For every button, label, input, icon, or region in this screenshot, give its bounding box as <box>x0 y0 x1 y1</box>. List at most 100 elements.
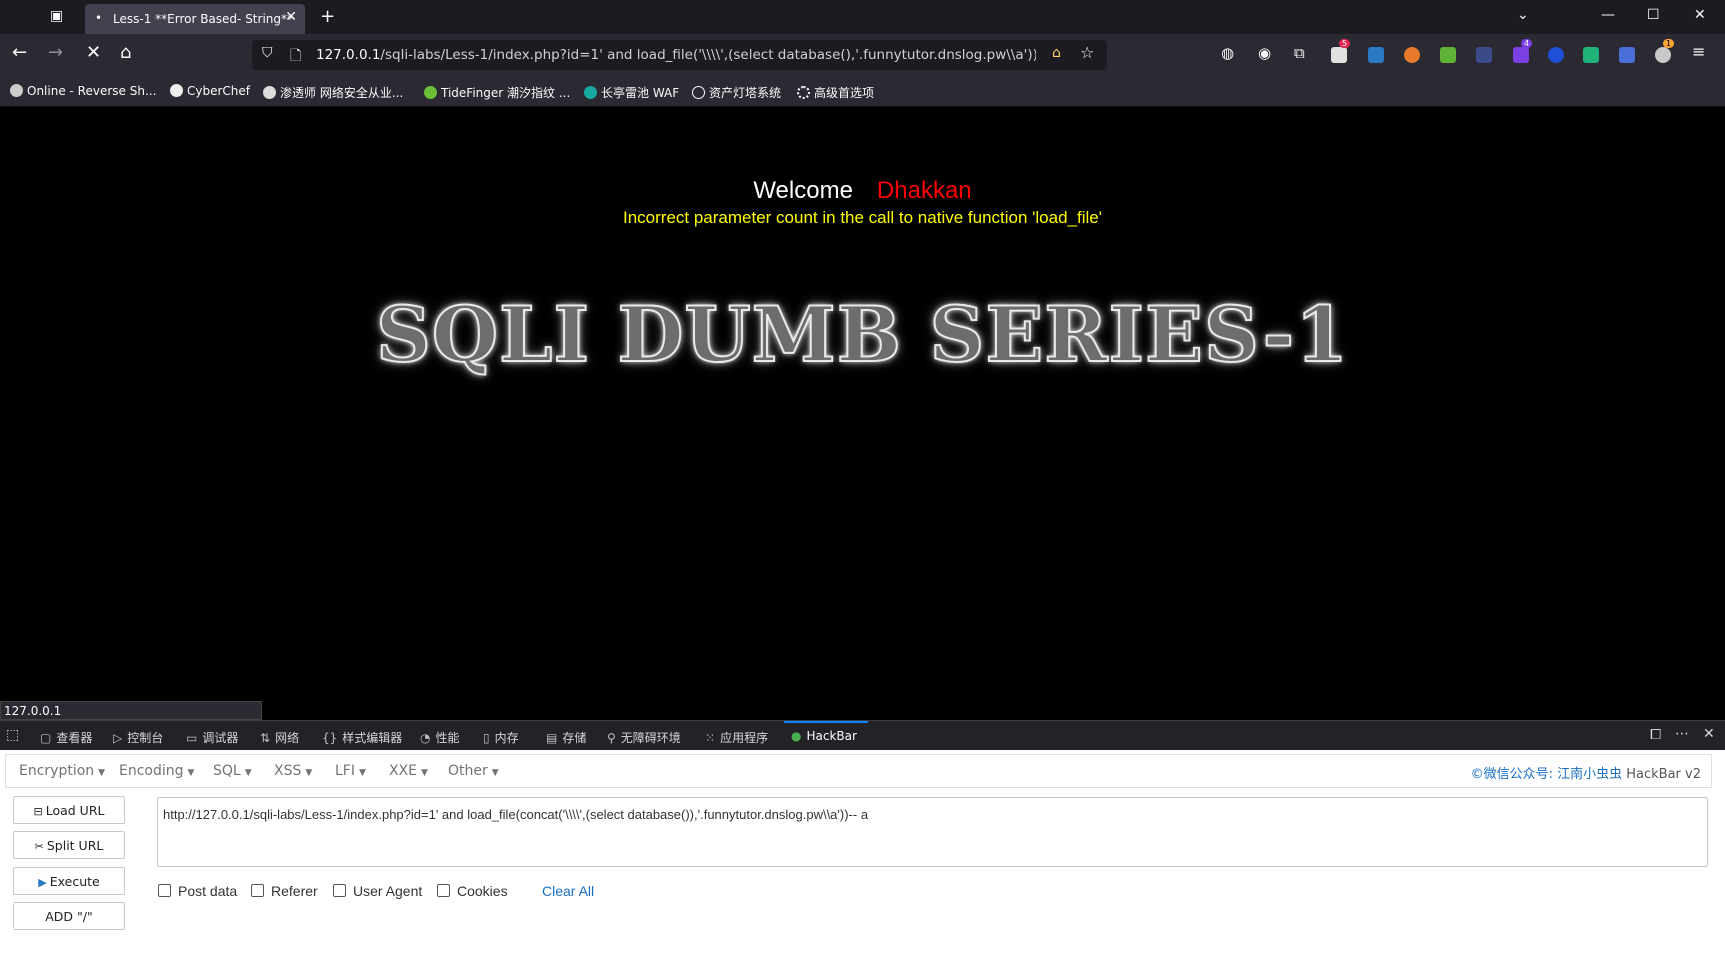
load-icon: ⊟ <box>33 805 43 818</box>
menu-xxe[interactable]: XXE ▼ <box>389 763 428 779</box>
post-data-checkbox[interactable]: Post data <box>158 883 237 899</box>
extension-purple-icon[interactable] <box>1513 47 1529 63</box>
extension-translate-icon[interactable] <box>1619 47 1635 63</box>
url-text[interactable]: 127.0.0.1/sqli-labs/Less-1/index.php?id=… <box>316 47 1036 63</box>
caret-down-icon: ▼ <box>358 768 366 778</box>
pocket-icon[interactable]: ◍ <box>1221 44 1234 62</box>
tab-performance[interactable]: ◔ 性能 <box>420 729 460 746</box>
menu-label: XXE <box>389 763 418 779</box>
active-tab[interactable]: • Less-1 **Error Based- String** ✕ <box>85 4 305 34</box>
skull-icon <box>10 84 23 97</box>
page-info-icon[interactable]: 🗋 <box>290 45 301 69</box>
user-agent-checkbox[interactable]: User Agent <box>333 883 422 899</box>
bookmark-item[interactable]: 长亭雷池 WAF <box>584 84 679 101</box>
scissors-icon: ✂ <box>34 840 44 853</box>
close-devtools-icon[interactable]: ✕ <box>1703 726 1715 742</box>
menu-label: Encoding <box>119 763 184 779</box>
load-url-button[interactable]: ⊟ Load URL <box>13 796 125 824</box>
tab-style-editor[interactable]: {} 样式编辑器 <box>322 729 402 746</box>
console-icon: ▷ <box>113 731 123 745</box>
gauge-icon: ◔ <box>420 731 431 745</box>
checkbox-box[interactable] <box>333 884 346 897</box>
referer-checkbox[interactable]: Referer <box>251 883 318 899</box>
menu-encryption[interactable]: Encryption ▼ <box>19 763 105 779</box>
maximize-icon[interactable]: ☐ <box>1647 7 1660 23</box>
extension-user-icon[interactable] <box>1655 47 1671 63</box>
stop-icon[interactable]: ✕ <box>86 42 101 63</box>
window-close-icon[interactable]: ✕ <box>1694 7 1706 23</box>
dock-icon[interactable]: ⧠ <box>1650 727 1661 743</box>
extension-badge: 1 <box>1663 39 1675 48</box>
more-options-icon[interactable]: ⋯ <box>1675 726 1689 742</box>
bookmark-item[interactable]: Online - Reverse Sh... <box>10 84 156 98</box>
home-icon[interactable]: ⌂ <box>120 42 131 63</box>
tab-console[interactable]: ▷ 控制台 <box>113 729 163 746</box>
accessibility-icon: ⚲ <box>607 731 616 745</box>
account-icon[interactable]: ◉ <box>1258 44 1271 62</box>
menu-encoding[interactable]: Encoding ▼ <box>119 763 194 779</box>
extension-blue-circle-icon[interactable] <box>1548 47 1564 63</box>
tab-close-icon[interactable]: ✕ <box>285 9 297 25</box>
checkbox-box[interactable] <box>437 884 450 897</box>
tab-label: HackBar <box>806 729 857 743</box>
chevron-down-icon[interactable]: ⌄ <box>1517 7 1529 23</box>
tab-application[interactable]: ⁙ 应用程序 <box>705 729 768 746</box>
tab-label: 性能 <box>435 731 460 745</box>
extension-teal-icon[interactable] <box>1583 47 1599 63</box>
extension-stop-icon[interactable] <box>1404 47 1420 63</box>
tab-hackbar[interactable]: ● HackBar <box>791 729 857 743</box>
forward-arrow-icon[interactable]: → <box>48 42 63 63</box>
add-slash-button[interactable]: ADD "/" <box>13 902 125 930</box>
sql-error-message: Incorrect parameter count in the call to… <box>623 208 1102 227</box>
tab-list-icon[interactable]: ▣ <box>50 8 63 24</box>
back-arrow-icon[interactable]: ← <box>12 42 27 63</box>
url-host: 127.0.0.1 <box>316 47 381 63</box>
extension-mail-icon[interactable] <box>1331 47 1347 63</box>
tab-inspector[interactable]: ▢ 查看器 <box>40 729 92 746</box>
hackbar-url-textarea[interactable]: http://127.0.0.1/sqli-labs/Less-1/index.… <box>157 797 1708 867</box>
bookmark-item[interactable]: CyberChef <box>170 84 250 98</box>
page-content: Welcome Dhakkan Incorrect parameter count… <box>0 107 1725 720</box>
extension-hourglass-icon[interactable] <box>1368 47 1384 63</box>
hackbar-credit: ©微信公众号: 江南小虫虫 HackBar v2 <box>1471 763 1701 782</box>
checkbox-box[interactable] <box>158 884 171 897</box>
element-picker-icon[interactable]: ⬚ <box>6 727 19 743</box>
menu-other[interactable]: Other ▼ <box>448 763 499 779</box>
tab-memory[interactable]: ▯ 内存 <box>483 729 519 746</box>
credit-link[interactable]: ©微信公众号: 江南小虫虫 <box>1471 767 1623 782</box>
hackbar-panel: Encryption ▼ Encoding ▼ SQL ▼ XSS ▼ LFI ▼ XXE… <box>0 750 1725 975</box>
checkbox-box[interactable] <box>251 884 264 897</box>
extensions-icon[interactable]: ⧉ <box>1294 44 1305 62</box>
menu-xss[interactable]: XSS ▼ <box>274 763 312 779</box>
status-url: 127.0.0.1 <box>0 701 262 720</box>
minimize-icon[interactable]: — <box>1601 7 1615 23</box>
new-tab-icon[interactable]: + <box>320 6 335 27</box>
home-badge-icon[interactable]: ⌂ <box>1052 45 1061 61</box>
devtools-toolbar: ⬚ ▢ 查看器 ▷ 控制台 ▭ 调试器 ⇅ 网络 {} 样式编辑器 ◔ 性能 ▯ 内存 ▤ 存储… <box>0 720 1725 751</box>
bookmark-label: 资产灯塔系统 <box>709 86 782 100</box>
bookmark-label: Online - Reverse Sh... <box>27 84 157 98</box>
bookmark-star-icon[interactable]: ☆ <box>1080 43 1094 62</box>
hamburger-menu-icon[interactable]: ≡ <box>1692 42 1705 61</box>
tab-bar: ▣ • Less-1 **Error Based- String** ✕ + ⌄… <box>0 0 1725 34</box>
address-bar[interactable]: ⛉ 🗋 127.0.0.1/sqli-labs/Less-1/index.php… <box>252 40 1107 70</box>
split-url-button[interactable]: ✂ Split URL <box>13 831 125 859</box>
page-scrollbar[interactable] <box>1716 107 1725 720</box>
clear-all-link[interactable]: Clear All <box>542 883 594 899</box>
extension-green-icon[interactable] <box>1440 47 1456 63</box>
cookies-checkbox[interactable]: Cookies <box>437 883 508 899</box>
bookmark-item[interactable]: 渗透师 网络安全从业... <box>263 84 403 101</box>
tab-storage[interactable]: ▤ 存储 <box>546 729 586 746</box>
user-name: Dhakkan <box>876 177 972 204</box>
extension-fy-icon[interactable] <box>1476 47 1492 63</box>
menu-sql[interactable]: SQL ▼ <box>213 763 252 779</box>
tab-debugger[interactable]: ▭ 调试器 <box>186 729 238 746</box>
bookmark-item[interactable]: TideFinger 潮汐指纹 ... <box>424 84 570 101</box>
tab-accessibility[interactable]: ⚲ 无障碍环境 <box>607 729 681 746</box>
bookmark-item[interactable]: 高级首选项 <box>797 84 874 101</box>
shield-icon[interactable]: ⛉ <box>262 45 273 61</box>
execute-button[interactable]: ▶ Execute <box>13 867 125 895</box>
bookmark-item[interactable]: 资产灯塔系统 <box>692 84 781 101</box>
tab-network[interactable]: ⇅ 网络 <box>260 729 299 746</box>
menu-lfi[interactable]: LFI ▼ <box>335 763 366 779</box>
